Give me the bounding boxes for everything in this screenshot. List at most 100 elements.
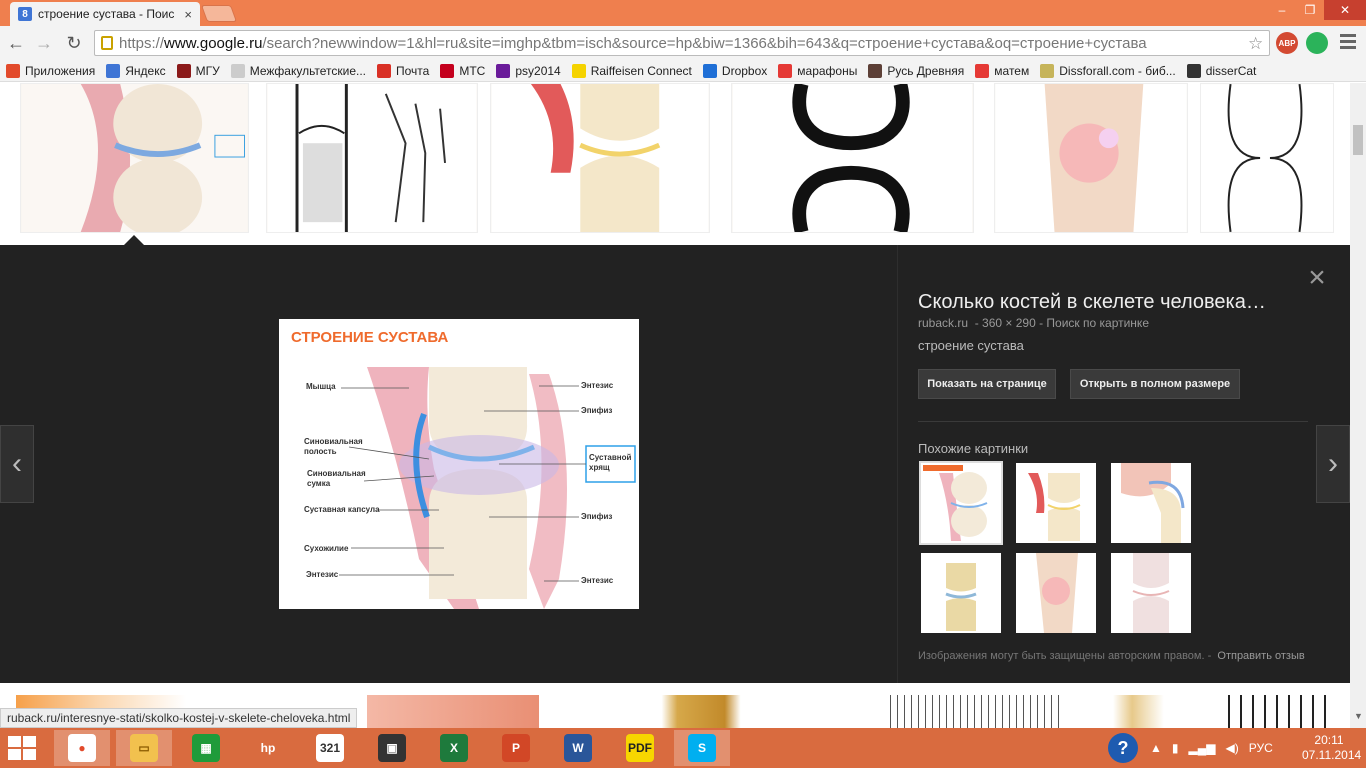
send-feedback-link[interactable]: Отправить отзыв: [1217, 650, 1304, 662]
bookmark-item[interactable]: Яндекс: [106, 63, 166, 78]
related-query[interactable]: строение сустава: [918, 338, 1024, 353]
bookmark-item[interactable]: Межфакультетские...: [230, 63, 366, 78]
network-icon[interactable]: ▮: [1172, 741, 1179, 755]
tab-close-icon[interactable]: ×: [184, 7, 192, 22]
result-thumbnail[interactable]: [1200, 83, 1334, 233]
language-indicator[interactable]: РУС: [1249, 741, 1273, 755]
excel-icon: X: [440, 734, 468, 762]
bookmark-item[interactable]: Raiffeisen Connect: [571, 63, 692, 78]
store-icon: ▦: [192, 734, 220, 762]
scroll-down-arrow-icon[interactable]: ▼: [1354, 711, 1363, 721]
result-thumbnail[interactable]: [266, 83, 478, 233]
similar-image[interactable]: [921, 553, 1001, 633]
label-synovial-cavity: Синовиальная полость: [304, 437, 363, 456]
size-and-search-by-image[interactable]: 360 × 290 - Поиск по картинке: [982, 316, 1149, 330]
browser-tab[interactable]: 8 строение сустава - Поис ×: [10, 2, 200, 26]
new-tab-button[interactable]: [200, 5, 238, 22]
help-icon[interactable]: ?: [1108, 733, 1138, 763]
label-enthesis-top: Энтезис: [581, 381, 614, 390]
open-full-size-button[interactable]: Открыть в полном размере: [1070, 369, 1240, 399]
taskbar-app[interactable]: hp: [240, 730, 296, 766]
bookmark-star-icon[interactable]: ☆: [1248, 34, 1263, 54]
bookmark-label: Яндекс: [125, 63, 166, 78]
source-domain[interactable]: ruback.ru: [918, 316, 968, 330]
start-button[interactable]: [8, 736, 38, 760]
show-hidden-icons-icon[interactable]: ▲: [1150, 741, 1162, 755]
result-thumbnail[interactable]: [367, 695, 539, 728]
taskbar-app[interactable]: ▣: [364, 730, 420, 766]
forward-button[interactable]: →: [32, 31, 56, 55]
taskbar-app[interactable]: PDF: [612, 730, 668, 766]
url-scheme: https://: [119, 34, 165, 52]
reload-button[interactable]: ↻: [62, 31, 86, 55]
taskbar-app[interactable]: 321: [302, 730, 358, 766]
similar-image[interactable]: [919, 461, 1003, 545]
bookmark-item[interactable]: psy2014: [496, 63, 561, 78]
bookmark-item[interactable]: disserCat: [1186, 63, 1256, 78]
window-close-button[interactable]: ✕: [1324, 0, 1366, 20]
preview-image[interactable]: СТРОЕНИЕ СУСТАВА Мышца Синовиальная поло…: [279, 319, 639, 609]
label-tendon: Сухожилие: [304, 544, 349, 553]
bookmark-item[interactable]: Dropbox: [702, 63, 767, 78]
signal-icon[interactable]: ▂▄▆: [1189, 741, 1216, 755]
bookmark-item[interactable]: МГУ: [176, 63, 220, 78]
joint-diagram: [339, 367, 636, 609]
scrollbar-thumb[interactable]: [1353, 125, 1363, 155]
taskbar-app[interactable]: W: [550, 730, 606, 766]
preview-title-link[interactable]: Сколько костей в скелете человека…: [918, 291, 1266, 314]
minimize-button[interactable]: –: [1268, 0, 1296, 20]
similar-images-label: Похожие картинки: [918, 441, 1029, 456]
page-scrollbar[interactable]: ▼: [1350, 83, 1366, 728]
maximize-button[interactable]: ❐: [1296, 0, 1324, 20]
bookmark-item[interactable]: МТС: [440, 63, 485, 78]
address-bar[interactable]: https://www.google.ru/search?newwindow=1…: [94, 30, 1270, 56]
label-articular-cartilage: Суставной хрящ: [589, 453, 632, 472]
clock-time: 20:11: [1314, 733, 1344, 747]
taskbar-app[interactable]: X: [426, 730, 482, 766]
result-thumbnail[interactable]: [20, 83, 249, 233]
taskbar-app[interactable]: P: [488, 730, 544, 766]
bookmark-item[interactable]: Русь Древняя: [868, 63, 964, 78]
volume-icon[interactable]: ◀): [1225, 741, 1238, 755]
label-enthesis-left: Энтезис: [306, 570, 339, 579]
bookmark-favicon-icon: [975, 63, 990, 78]
taskbar-app[interactable]: ▭: [116, 730, 172, 766]
back-button[interactable]: ←: [4, 31, 28, 55]
bookmark-item[interactable]: марафоны: [778, 63, 857, 78]
similar-image[interactable]: [1111, 553, 1191, 633]
chrome-menu-icon[interactable]: [1340, 34, 1356, 52]
similar-image[interactable]: [1016, 553, 1096, 633]
bookmark-label: Raiffeisen Connect: [590, 63, 692, 78]
result-thumbnail[interactable]: [1218, 695, 1333, 728]
result-thumbnail[interactable]: [490, 83, 710, 233]
similar-image[interactable]: [1016, 463, 1096, 543]
bookmark-item[interactable]: Почта: [377, 63, 430, 78]
result-thumbnail[interactable]: [994, 83, 1188, 233]
show-on-page-button[interactable]: Показать на странице: [918, 369, 1056, 399]
extension-icon[interactable]: [1306, 32, 1328, 54]
preview-info-panel: × Сколько костей в скелете человека… rub…: [897, 245, 1350, 683]
google-favicon-icon: 8: [18, 7, 32, 21]
adblock-extension-icon[interactable]: ABP: [1276, 32, 1298, 54]
result-thumbnail[interactable]: [731, 83, 974, 233]
bookmark-item[interactable]: матем: [975, 63, 1030, 78]
similar-image[interactable]: [1111, 463, 1191, 543]
copyright-text: Изображения могут быть защищены авторски…: [918, 650, 1205, 662]
word-icon: W: [564, 734, 592, 762]
url-path: /search?newwindow=1&hl=ru&site=imghp&tbm…: [262, 34, 1147, 52]
bookmark-label: матем: [994, 63, 1030, 78]
taskbar-app[interactable]: S: [674, 730, 730, 766]
result-thumbnail[interactable]: [551, 695, 867, 728]
bookmark-label: Почта: [396, 63, 430, 78]
result-thumbnail[interactable]: [884, 695, 1060, 728]
previous-image-button[interactable]: ‹: [0, 425, 34, 503]
close-preview-button[interactable]: ×: [1304, 263, 1330, 293]
bookmark-favicon-icon: [440, 63, 455, 78]
bookmark-item[interactable]: Приложения: [6, 63, 95, 78]
clock[interactable]: 20:11 07.11.2014: [1302, 733, 1361, 763]
result-thumbnail[interactable]: [1075, 695, 1202, 728]
taskbar-app[interactable]: ▦: [178, 730, 234, 766]
label-muscle: Мышца: [306, 382, 336, 391]
taskbar-app[interactable]: ●: [54, 730, 110, 766]
bookmark-item[interactable]: Dissforall.com - биб...: [1040, 63, 1176, 78]
